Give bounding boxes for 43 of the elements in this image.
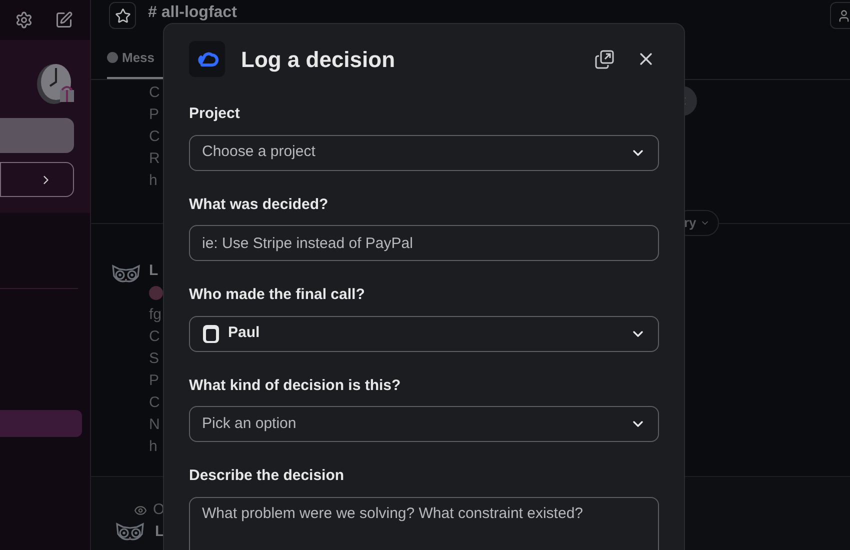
field-label: Who made the final call? bbox=[189, 285, 366, 305]
channel-name: # all-logfact bbox=[148, 3, 237, 22]
field-label: Project bbox=[189, 104, 241, 124]
user-icon bbox=[837, 8, 850, 22]
message-line: h bbox=[149, 437, 158, 457]
select-placeholder: Choose a project bbox=[202, 142, 316, 162]
message-line: P bbox=[149, 105, 160, 125]
eye-icon bbox=[134, 504, 147, 516]
message-line: C bbox=[149, 393, 160, 413]
cloud-icon bbox=[195, 51, 219, 67]
owl-avatar-icon bbox=[115, 522, 145, 542]
settings-icon[interactable] bbox=[15, 11, 33, 29]
popout-icon bbox=[594, 50, 614, 68]
cylinder-icon bbox=[202, 324, 220, 344]
select-placeholder: Pick an option bbox=[202, 414, 298, 434]
compose-icon[interactable] bbox=[55, 11, 73, 29]
message-line: R bbox=[149, 149, 160, 169]
select-dropdown[interactable]: Paul bbox=[189, 316, 659, 352]
brain-emoji-icon bbox=[149, 286, 163, 300]
owl-avatar-icon bbox=[111, 264, 141, 284]
message-line: N bbox=[149, 415, 160, 435]
textarea-field[interactable]: What problem were we solving? What constraint existed? bbox=[189, 496, 659, 550]
message-line: h bbox=[149, 171, 158, 191]
sidebar-button[interactable] bbox=[0, 162, 74, 197]
field-label: What was decided? bbox=[189, 194, 330, 214]
field-label: Describe the decision bbox=[189, 466, 346, 486]
message-line: P bbox=[149, 371, 160, 391]
star-icon bbox=[114, 8, 130, 24]
author-name: L bbox=[149, 261, 158, 281]
message-line: C bbox=[149, 83, 160, 103]
input-field[interactable]: ie: Use Stripe instead of PayPal bbox=[189, 225, 659, 261]
author-name: L bbox=[155, 522, 164, 542]
modal-title: Log a decision bbox=[241, 46, 396, 74]
select-dropdown[interactable]: Pick an option bbox=[189, 406, 659, 442]
message-bubble-icon bbox=[107, 52, 118, 63]
message-line: S bbox=[149, 349, 160, 369]
message-line: C bbox=[149, 127, 160, 147]
message-line: C bbox=[149, 327, 160, 347]
select-dropdown[interactable]: Choose a project bbox=[189, 134, 659, 170]
select-value: Paul bbox=[228, 323, 260, 344]
star-button[interactable] bbox=[109, 2, 136, 29]
field-label: What kind of decision is this? bbox=[189, 376, 402, 396]
message-line: fg bbox=[149, 305, 162, 325]
